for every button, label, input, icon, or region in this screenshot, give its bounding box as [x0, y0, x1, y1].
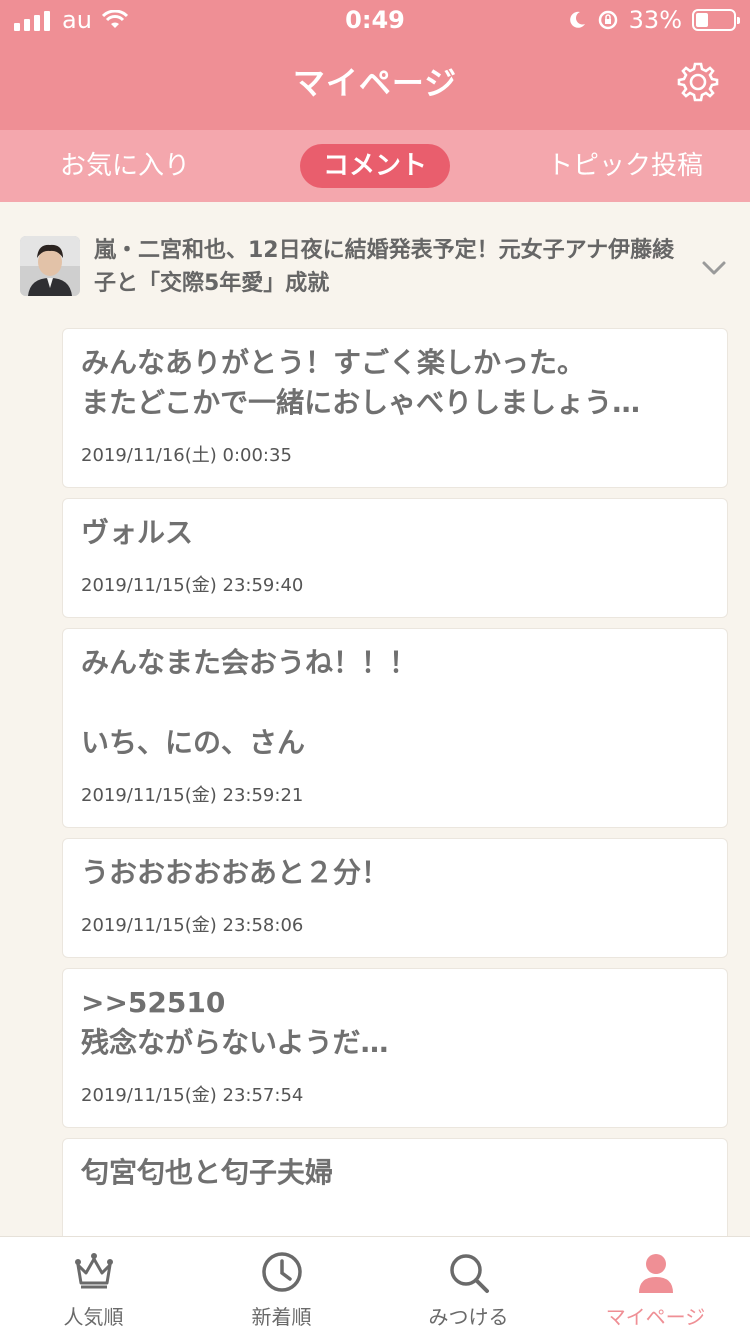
tab-comments[interactable]: コメント [300, 144, 450, 188]
battery-icon [692, 9, 740, 31]
comment-card[interactable]: うおおおおおあと２分！ 2019/11/15(金) 23:58:06 [62, 838, 728, 958]
topic-title: 嵐・二宮和也、12日夜に結婚発表予定！元女子アナ伊藤綾子と「交際5年愛」成就 [94, 238, 675, 296]
comment-date: 2019/11/15(金) 23:59:40 [81, 575, 304, 596]
clock-icon [262, 1252, 302, 1292]
topic-header[interactable]: 嵐・二宮和也、12日夜に結婚発表予定！元女子アナ伊藤綾子と「交際5年愛」成就 [0, 214, 750, 314]
status-bar: au 0:49 33% [0, 0, 750, 40]
page-title: マイページ [292, 64, 458, 102]
moon-icon [569, 11, 585, 28]
comment-card[interactable]: ヴォルス 2019/11/15(金) 23:59:40 [62, 498, 728, 618]
comment-card[interactable]: 匂宮匂也と匂子夫婦 [62, 1138, 728, 1248]
tabbar-item-mypage[interactable]: マイページ [562, 1237, 749, 1334]
tabbar-label: みつける [428, 1305, 509, 1329]
comment-date: 2019/11/15(金) 23:59:21 [81, 785, 304, 806]
tabbar-item-new[interactable]: 新着順 [188, 1237, 375, 1334]
rotation-lock-icon [598, 10, 617, 30]
comment-card[interactable]: >>52510 残念ながらないようだ… 2019/11/15(金) 23:57:… [62, 968, 728, 1128]
comment-card[interactable]: みんなまた会おうね！！！ いち、にの、さん 2019/11/15(金) 23:5… [62, 628, 728, 828]
bottom-tab-bar: 人気順 新着順 みつける マイページ [0, 1236, 750, 1334]
person-icon [639, 1254, 673, 1293]
tabbar-label: 人気順 [63, 1305, 124, 1329]
comment-text: みんなまた会おうね！！！ いち、にの、さん [81, 646, 418, 759]
gear-icon[interactable] [676, 60, 720, 104]
comment-text: >>52510 残念ながらないようだ… [81, 986, 389, 1059]
chevron-down-icon[interactable] [700, 254, 728, 282]
comment-date: 2019/11/15(金) 23:57:54 [81, 1085, 304, 1106]
comment-text: うおおおおおあと２分！ [81, 856, 390, 889]
tabbar-label: 新着順 [251, 1305, 312, 1329]
tabbar-label: マイページ [605, 1305, 706, 1329]
tabbar-item-search[interactable]: みつける [375, 1237, 562, 1334]
segment-tabs: お気に入り コメント トピック投稿 [0, 130, 750, 202]
tabbar-item-popular[interactable]: 人気順 [0, 1237, 187, 1334]
header-bar: au 0:49 33% マイページ [0, 0, 750, 130]
comment-text: みんなありがとう！すごく楽しかった。 またどこかで一緒におしゃべりしましょう… [81, 346, 641, 419]
comment-date: 2019/11/16(土) 0:00:35 [81, 445, 292, 466]
tab-topic-posts[interactable]: トピック投稿 [520, 144, 730, 188]
crown-icon [75, 1253, 113, 1289]
comment-text: 匂宮匂也と匂子夫婦 [81, 1156, 334, 1189]
search-icon [450, 1254, 489, 1293]
comment-date: 2019/11/15(金) 23:58:06 [81, 915, 304, 936]
battery-percent: 33% [628, 6, 682, 34]
comment-card[interactable]: みんなありがとう！すごく楽しかった。 またどこかで一緒におしゃべりしましょう… … [62, 328, 728, 488]
comment-text: ヴォルス [81, 516, 194, 549]
topic-thumbnail [20, 236, 80, 296]
tab-favorites[interactable]: お気に入り [30, 144, 220, 188]
